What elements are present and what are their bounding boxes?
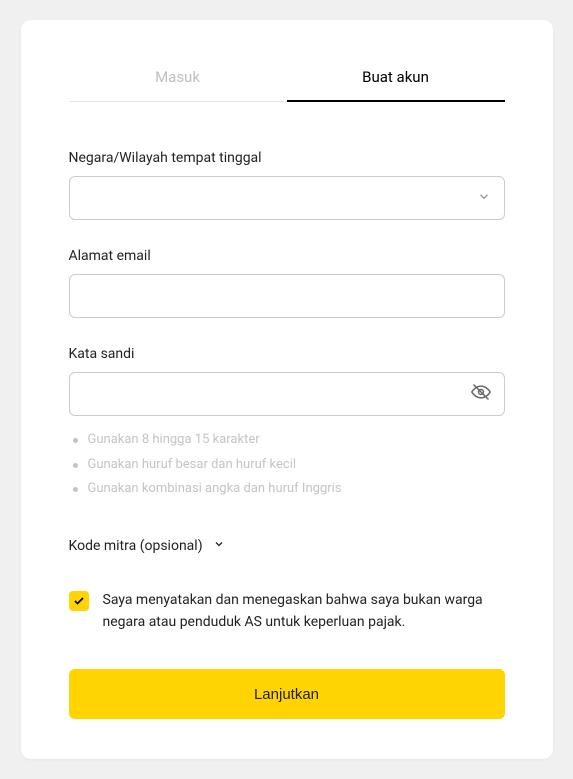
signup-card: Masuk Buat akun Negara/Wilayah tempat ti… bbox=[21, 20, 553, 759]
field-password: Kata sandi Gunakan 8 hingga 15 karakter … bbox=[69, 346, 505, 502]
field-email: Alamat email bbox=[69, 248, 505, 318]
country-label: Negara/Wilayah tempat tinggal bbox=[69, 150, 505, 166]
declaration-row: Saya menyatakan dan menegaskan bahwa say… bbox=[69, 590, 505, 633]
email-label: Alamat email bbox=[69, 248, 505, 264]
password-hint: Gunakan 8 hingga 15 karakter bbox=[73, 428, 505, 453]
auth-tabs: Masuk Buat akun bbox=[69, 68, 505, 102]
toggle-password-visibility-icon[interactable] bbox=[471, 382, 491, 406]
tab-signup[interactable]: Buat akun bbox=[287, 68, 505, 102]
country-select[interactable] bbox=[69, 176, 505, 220]
continue-button[interactable]: Lanjutkan bbox=[69, 669, 505, 719]
email-input[interactable] bbox=[69, 274, 505, 318]
check-icon bbox=[73, 595, 85, 607]
password-hint: Gunakan huruf besar dan huruf kecil bbox=[73, 453, 505, 478]
field-country: Negara/Wilayah tempat tinggal bbox=[69, 150, 505, 220]
declaration-text: Saya menyatakan dan menegaskan bahwa say… bbox=[103, 590, 505, 633]
password-hint: Gunakan kombinasi angka dan huruf Inggri… bbox=[73, 477, 505, 502]
chevron-down-icon bbox=[213, 538, 225, 554]
declaration-checkbox[interactable] bbox=[69, 591, 89, 611]
password-hints: Gunakan 8 hingga 15 karakter Gunakan hur… bbox=[69, 428, 505, 502]
tab-login[interactable]: Masuk bbox=[69, 68, 287, 102]
partner-code-label: Kode mitra (opsional) bbox=[69, 538, 203, 554]
password-input[interactable] bbox=[69, 372, 505, 416]
password-label: Kata sandi bbox=[69, 346, 505, 362]
partner-code-toggle[interactable]: Kode mitra (opsional) bbox=[69, 538, 505, 554]
